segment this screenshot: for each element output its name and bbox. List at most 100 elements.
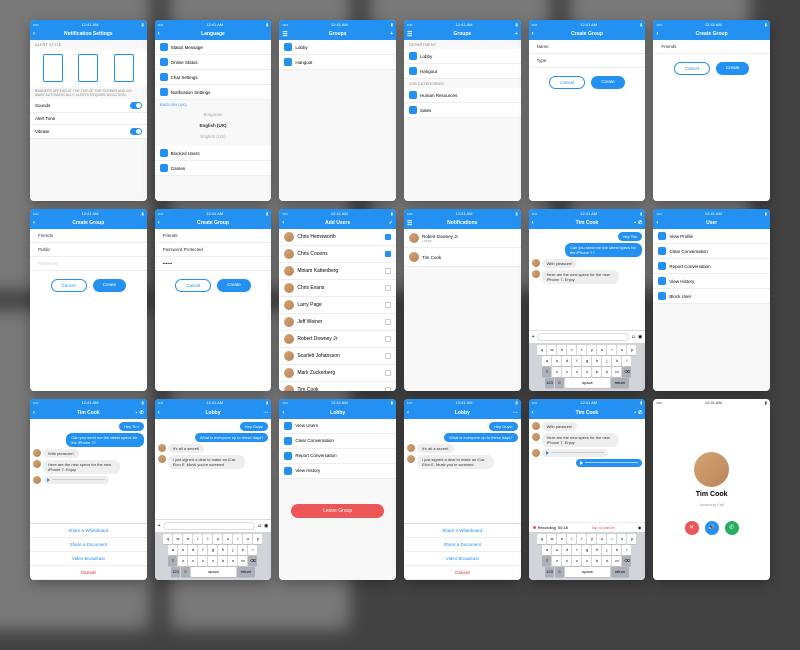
language-option[interactable]: English (US) (155, 131, 272, 142)
notification-item[interactable]: Robert Downey Jr Lobby (404, 229, 521, 248)
cancel-button[interactable]: Cancel (30, 566, 147, 580)
decline-call-button[interactable]: ✕ (685, 521, 699, 535)
vibrate-toggle-row[interactable]: Vibrate (30, 125, 147, 139)
share-document[interactable]: Share a Document (30, 538, 147, 552)
phone-icon[interactable]: ✆ (139, 410, 143, 416)
phone-icon[interactable]: ✆ (638, 220, 642, 226)
keyboard[interactable]: qwertyuiop asdfghjkl ⇧zxcvbnm⌫ 123☺space… (529, 343, 646, 391)
audio-message-sent[interactable] (576, 459, 642, 467)
accept-call-button[interactable]: ✆ (725, 521, 739, 535)
group-item[interactable]: Sales (404, 103, 521, 118)
settings-item[interactable]: Games (155, 161, 272, 176)
menu-item[interactable]: Clear Conversation (653, 244, 770, 259)
menu-item[interactable]: Clear Conversation (279, 434, 396, 449)
menu-item[interactable]: Block User (653, 289, 770, 304)
cancel-button[interactable]: Cancel (674, 62, 710, 75)
user-row[interactable]: Miriam Kattenberg (279, 263, 396, 280)
group-item[interactable]: Lobby (279, 40, 396, 55)
friends-field[interactable]: Friends (30, 229, 147, 243)
attach-icon[interactable]: + (532, 334, 535, 340)
language-option-selected[interactable]: English (UK) (155, 120, 272, 131)
back-icon[interactable]: ‹ (532, 410, 534, 416)
group-item[interactable]: Hangout (404, 64, 521, 79)
user-row[interactable]: Mark Zuckerberg (279, 365, 396, 382)
video-broadcast[interactable]: Video Broadcast (30, 552, 147, 566)
cancel-button[interactable]: Cancel (175, 279, 211, 292)
user-row[interactable]: Jeff Weiner (279, 314, 396, 331)
user-row[interactable]: Tim Cook (279, 382, 396, 390)
back-icon[interactable]: ‹ (282, 220, 284, 226)
user-row[interactable]: Chris Cooons (279, 246, 396, 263)
back-icon[interactable]: ‹ (407, 410, 409, 416)
toggle-on-icon[interactable] (130, 128, 142, 135)
user-row[interactable]: Robert Downey Jr (279, 331, 396, 348)
menu-icon[interactable]: ☰ (407, 220, 412, 227)
attach-icon[interactable]: + (158, 523, 161, 529)
menu-item[interactable]: View History (279, 464, 396, 479)
user-row[interactable]: Larry Page (279, 297, 396, 314)
add-icon[interactable]: + (515, 31, 518, 37)
message-input[interactable] (163, 522, 255, 530)
group-item[interactable]: Human Resources (404, 88, 521, 103)
settings-item[interactable]: Online Status (155, 55, 272, 70)
create-button[interactable]: Create (93, 279, 127, 292)
user-row[interactable]: Chris Hemsworth (279, 229, 396, 246)
settings-item[interactable]: Status Message (155, 40, 272, 55)
friends-field[interactable]: Friends (653, 40, 770, 54)
mic-icon[interactable]: ◉ (264, 523, 268, 529)
user-row[interactable]: Scarlett Johansson (279, 348, 396, 365)
share-whiteboard[interactable]: Share a Whiteboard (404, 524, 521, 538)
menu-item[interactable]: Report Conversation (653, 259, 770, 274)
keyboard[interactable]: qwertyuiop asdfghjkl ⇧zxcvbnm⌫ 123☺space… (155, 532, 272, 580)
video-broadcast[interactable]: Video Broadcast (404, 552, 521, 566)
back-icon[interactable]: ‹ (532, 31, 534, 37)
message-input[interactable] (537, 333, 629, 341)
more-icon[interactable]: ⋯ (263, 410, 268, 416)
create-button[interactable]: Create (716, 62, 750, 75)
tap-to-cancel[interactable]: Tap to cancel (591, 525, 615, 530)
menu-item[interactable]: View Users (279, 419, 396, 434)
cancel-button[interactable]: Cancel (549, 76, 585, 89)
back-icon[interactable]: ‹ (532, 220, 534, 226)
menu-icon[interactable]: ☰ (407, 31, 412, 38)
protected-field[interactable]: Password Protected (155, 243, 272, 257)
alert-tone-row[interactable]: Alert Tone › (30, 113, 147, 125)
back-icon[interactable]: ‹ (33, 220, 35, 226)
back-icon[interactable]: ‹ (158, 410, 160, 416)
share-whiteboard[interactable]: Share a Whiteboard (30, 524, 147, 538)
menu-icon[interactable]: ☰ (282, 31, 287, 38)
sounds-toggle-row[interactable]: Sounds (30, 99, 147, 113)
menu-item[interactable]: View Profile (653, 229, 770, 244)
cancel-button[interactable]: Cancel (51, 279, 87, 292)
check-icon[interactable]: ✓ (389, 220, 393, 226)
speaker-button[interactable]: 🔊 (705, 521, 719, 535)
leave-group-button[interactable]: Leave Group (291, 504, 384, 518)
mic-active-icon[interactable]: ◉ (638, 525, 642, 530)
settings-item[interactable]: Blocked Users (155, 146, 272, 161)
password-field[interactable]: Password (30, 257, 147, 271)
name-field[interactable]: Name (529, 40, 646, 54)
back-icon[interactable]: ‹ (33, 31, 35, 37)
video-icon[interactable]: ▪ (136, 410, 138, 416)
user-row[interactable]: Chris Evans (279, 280, 396, 297)
type-field[interactable]: Type (529, 54, 646, 68)
back-icon[interactable]: ‹ (158, 31, 160, 37)
more-icon[interactable]: ⋯ (513, 410, 518, 416)
friends-field[interactable]: Friends (155, 229, 272, 243)
public-field[interactable]: Public (30, 243, 147, 257)
password-field[interactable]: •••••• (155, 257, 272, 271)
back-icon[interactable]: ‹ (158, 220, 160, 226)
keyboard[interactable]: qwertyuiop asdfghjkl ⇧zxcvbnm⌫ 123☺space… (529, 532, 646, 580)
menu-item[interactable]: Report Conversation (279, 449, 396, 464)
group-item[interactable]: Hangout (279, 55, 396, 70)
back-icon[interactable]: ‹ (33, 410, 35, 416)
phone-icon[interactable]: ✆ (638, 410, 642, 416)
mic-icon[interactable]: ◉ (638, 334, 642, 340)
create-button[interactable]: Create (217, 279, 251, 292)
menu-item[interactable]: View History (653, 274, 770, 289)
share-document[interactable]: Share a Document (404, 538, 521, 552)
add-icon[interactable]: + (390, 31, 393, 37)
video-icon[interactable]: ▪ (634, 220, 636, 226)
back-icon[interactable]: ‹ (282, 410, 284, 416)
back-icon[interactable]: ‹ (656, 220, 658, 226)
